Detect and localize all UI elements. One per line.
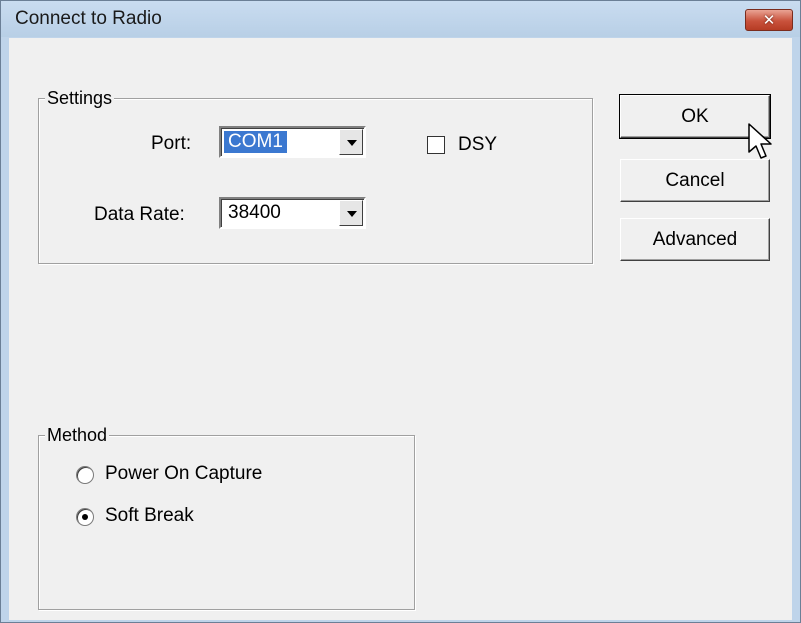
radio-label: Power On Capture bbox=[105, 463, 263, 484]
dsy-checkbox[interactable] bbox=[427, 136, 445, 154]
mouse-pointer-icon bbox=[748, 123, 772, 159]
port-label: Port: bbox=[151, 133, 192, 154]
window-title: Connect to Radio bbox=[15, 8, 162, 29]
radio-selected-dot bbox=[82, 514, 88, 520]
close-icon: ✕ bbox=[762, 11, 776, 29]
chevron-down-icon[interactable] bbox=[339, 129, 363, 155]
advanced-button[interactable]: Advanced bbox=[620, 218, 770, 261]
method-legend: Method bbox=[45, 425, 110, 445]
radio-label: Soft Break bbox=[105, 505, 194, 526]
settings-group: Settings bbox=[38, 88, 593, 264]
data-rate-label: Data Rate: bbox=[94, 204, 185, 225]
title-bar[interactable]: Connect to Radio ✕ bbox=[1, 1, 800, 37]
settings-legend: Settings bbox=[45, 88, 115, 108]
advanced-button-label: Advanced bbox=[652, 228, 738, 250]
close-button[interactable]: ✕ bbox=[745, 9, 793, 31]
connect-dialog: Connect to Radio ✕ Settings Port: COM1 D… bbox=[0, 0, 801, 623]
ok-button-label: OK bbox=[681, 105, 709, 127]
dialog-client-area: Settings Port: COM1 DSY Data Rate: 38400… bbox=[9, 38, 792, 620]
radio-button[interactable] bbox=[76, 466, 94, 484]
radio-button[interactable] bbox=[76, 508, 94, 526]
data-rate-value: 38400 bbox=[228, 202, 281, 223]
port-value: COM1 bbox=[224, 131, 287, 153]
port-combo[interactable]: COM1 bbox=[219, 126, 366, 158]
method-group: Method bbox=[38, 425, 415, 610]
dsy-label: DSY bbox=[458, 134, 498, 155]
cancel-button-label: Cancel bbox=[665, 169, 725, 191]
data-rate-combo[interactable]: 38400 bbox=[219, 197, 366, 229]
cancel-button[interactable]: Cancel bbox=[620, 159, 770, 202]
chevron-down-icon[interactable] bbox=[339, 200, 363, 226]
